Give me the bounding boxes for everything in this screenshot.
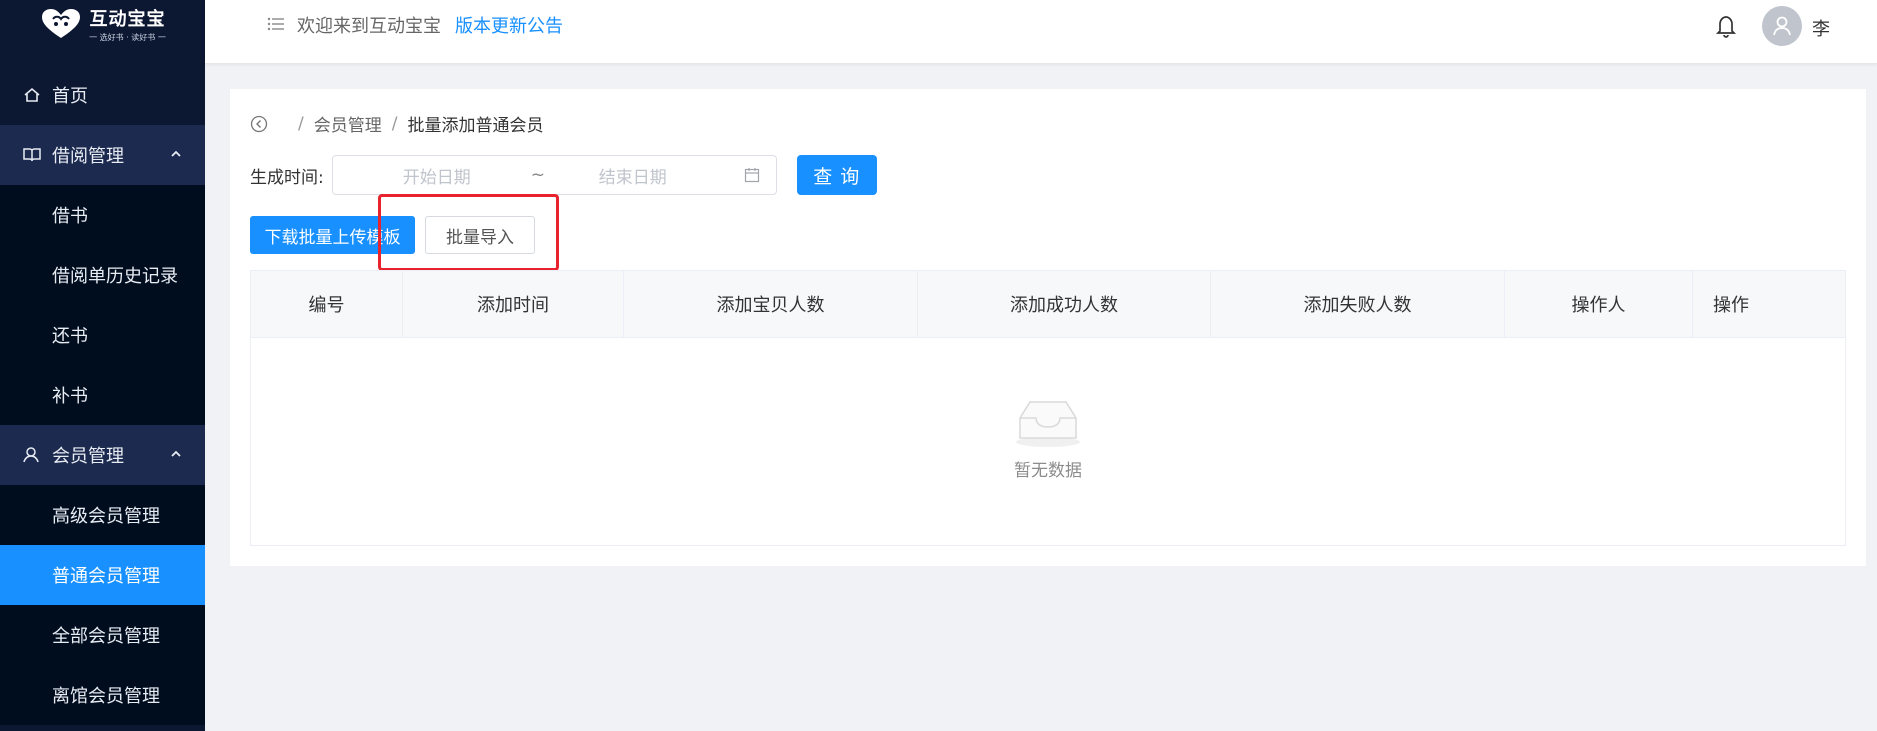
bell-icon[interactable] [1715,14,1737,38]
logo-title: 互动宝宝 [89,9,166,30]
sidebar-item-label: 普通会员管理 [52,566,160,587]
sidebar-item-label: 高级会员管理 [52,506,160,527]
sidebar-item-label: 离馆会员管理 [52,686,160,707]
sidebar-item-label: 借书 [52,206,88,227]
sidebar-item-label: 首页 [52,86,88,107]
column-header: 添加成功人数 [918,271,1211,337]
filter-bar: 生成时间: 开始日期 ~ 结束日期 查 询 [250,155,877,195]
batch-records-table: 编号 添加时间 添加宝贝人数 添加成功人数 添加失败人数 操作人 操作 暂无数据 [250,270,1846,546]
user-icon [22,445,42,465]
generate-time-label: 生成时间: [250,167,324,188]
breadcrumb: / 会员管理 / 批量添加普通会员 [250,111,543,136]
sidebar-item-all-members[interactable]: 全部会员管理 [0,605,205,665]
sidebar-item-premium-members[interactable]: 高级会员管理 [0,485,205,545]
batch-import-button[interactable]: 批量导入 [425,216,535,254]
top-header: 欢迎来到互动宝宝 版本更新公告 李 [205,0,1877,64]
column-header: 添加时间 [403,271,624,337]
welcome-text: 欢迎来到互动宝宝 [297,16,441,37]
sidebar-item-member-management[interactable]: 会员管理 [0,425,205,485]
sidebar-item-label: 借阅单历史记录 [52,266,178,287]
column-header: 添加宝贝人数 [624,271,918,337]
sidebar-item-regular-members[interactable]: 普通会员管理 [0,545,205,605]
sidebar-item-label: 会员管理 [52,446,124,467]
start-date-input[interactable]: 开始日期 [403,163,471,188]
breadcrumb-parent[interactable]: 会员管理 [314,111,382,136]
sidebar-item-borrow-history[interactable]: 借阅单历史记录 [0,245,205,305]
main-card: / 会员管理 / 批量添加普通会员 生成时间: 开始日期 ~ 结束日期 查 询 … [230,89,1866,566]
column-header: 编号 [251,271,403,337]
sidebar-item-home[interactable]: 首页 [0,65,205,125]
sidebar-item-label: 全部会员管理 [52,626,160,647]
sidebar-item-return[interactable]: 还书 [0,305,205,365]
date-range-picker[interactable]: 开始日期 ~ 结束日期 [331,155,777,195]
empty-inbox-icon [1016,401,1080,447]
logo[interactable]: 互动宝宝 一 选好书 · 读好书 一 [0,0,205,48]
end-date-input[interactable]: 结束日期 [599,163,667,188]
sidebar: 互动宝宝 一 选好书 · 读好书 一 首页 借阅管理 借书 借阅单历史记录 还书 [0,0,205,731]
back-circle-icon[interactable] [250,115,268,133]
app-root: 互动宝宝 一 选好书 · 读好书 一 首页 借阅管理 借书 借阅单历史记录 还书 [0,0,1877,731]
download-template-button[interactable]: 下载批量上传模板 [250,216,415,254]
breadcrumb-current: 批量添加普通会员 [407,116,544,136]
chevron-up-icon [171,450,181,457]
column-header: 操作 [1713,295,1749,316]
version-notice-link[interactable]: 版本更新公告 [455,12,563,38]
avatar[interactable] [1762,6,1802,46]
logo-subtitle: 一 选好书 · 读好书 一 [89,33,166,42]
sidebar-item-label: 还书 [52,326,88,347]
username[interactable]: 李 [1812,15,1830,41]
action-bar: 下载批量上传模板 批量导入 [250,216,535,254]
user-avatar-icon [1773,16,1791,36]
column-header: 操作人 [1505,271,1693,337]
sidebar-item-borrow-management[interactable]: 借阅管理 [0,125,205,185]
menu-list-icon[interactable] [267,15,285,33]
home-icon [22,85,42,105]
breadcrumb-separator: / [298,113,304,134]
sidebar-item-label: 补书 [52,386,88,407]
range-separator: ~ [530,165,545,185]
sidebar-item-label: 借阅管理 [52,146,124,167]
table-header: 编号 添加时间 添加宝贝人数 添加成功人数 添加失败人数 操作人 操作 [251,271,1845,338]
logo-heart-icon [42,9,81,38]
sidebar-item-departed-members[interactable]: 离馆会员管理 [0,665,205,725]
query-button[interactable]: 查 询 [796,155,877,195]
empty-state: 暂无数据 [251,396,1845,481]
empty-text: 暂无数据 [1014,461,1082,481]
sidebar-item-replenish[interactable]: 补书 [0,365,205,425]
sidebar-item-borrow[interactable]: 借书 [0,185,205,245]
column-header: 添加失败人数 [1211,271,1505,337]
book-icon [22,145,42,165]
breadcrumb-separator: / [391,113,398,134]
chevron-up-icon [171,150,181,157]
calendar-icon [744,168,759,183]
